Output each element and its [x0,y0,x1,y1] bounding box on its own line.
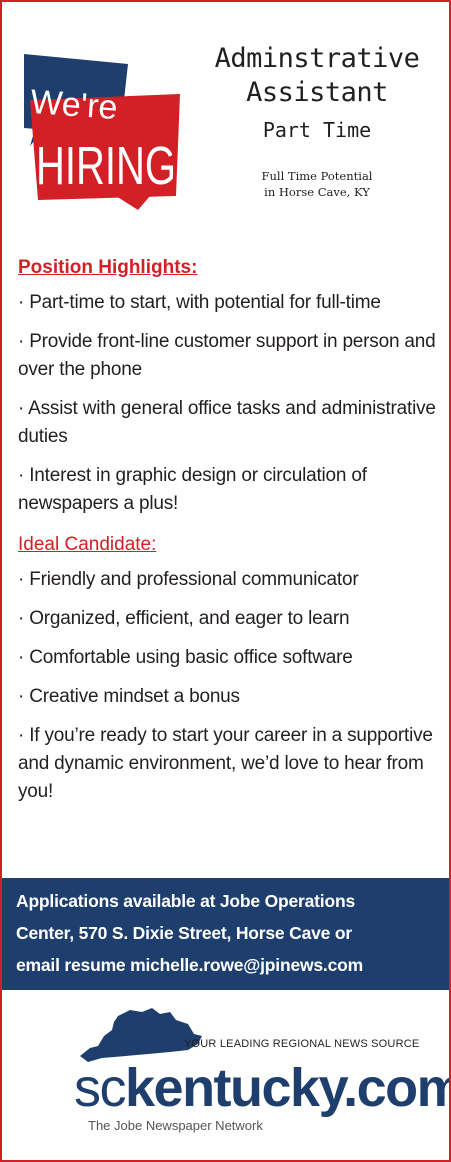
job-note-line1: Full Time Potential [261,169,373,183]
were-hiring-badge: We're HIRING [24,54,180,210]
badge-line1: We're [29,83,119,127]
logo-prefix: sc [74,1058,127,1118]
logo-main: kentucky.com [125,1058,451,1118]
candidate-item: · Creative mindset a bonus [18,686,240,707]
job-ad: We're HIRING Adminstrative Assistant Par… [0,0,451,1162]
application-line1: Applications available at Jobe Operation… [16,891,355,911]
candidate-heading: Ideal Candidate: [18,534,157,555]
highlight-item: · Assist with general office tasks and a… [18,398,436,447]
logo-subtitle: The Jobe Newspaper Network [88,1118,263,1133]
job-note-line2: in Horse Cave, KY [264,185,370,199]
highlight-item: · Interest in graphic design or circulat… [18,465,367,514]
candidate-item: · Comfortable using basic office softwar… [18,647,353,668]
candidate-item: · Organized, efficient, and eager to lea… [18,608,350,629]
job-title-line1: Adminstrative [214,43,420,74]
badge-line2: HIRING [36,136,176,196]
job-title-line2: Assistant [246,77,388,108]
highlight-item: · Provide front-line customer support in… [18,331,436,380]
highlight-item: · Part-time to start, with potential for… [18,292,381,313]
candidate-item: · If you’re ready to start your career i… [18,725,433,802]
job-note: Full Time Potential in Horse Cave, KY [186,168,448,200]
highlights-heading: Position Highlights: [18,257,198,278]
candidate-item: · Friendly and professional communicator [18,569,359,590]
sckentucky-logo: sckentucky.com [74,1058,451,1118]
job-title-block: Adminstrative Assistant Part Time Full T… [186,42,448,200]
tagline: YOUR LEADING REGIONAL NEWS SOURCE [184,1038,420,1050]
job-details: Position Highlights: · Part-time to star… [18,254,442,817]
application-line2: Center, 570 S. Dixie Street, Horse Cave … [16,923,352,943]
job-type: Part Time [262,118,372,142]
kentucky-map-icon [80,1008,202,1062]
application-line3: email resume michelle.rowe@jpinews.com [16,955,363,975]
application-info-band: Applications available at Jobe Operation… [2,878,449,990]
